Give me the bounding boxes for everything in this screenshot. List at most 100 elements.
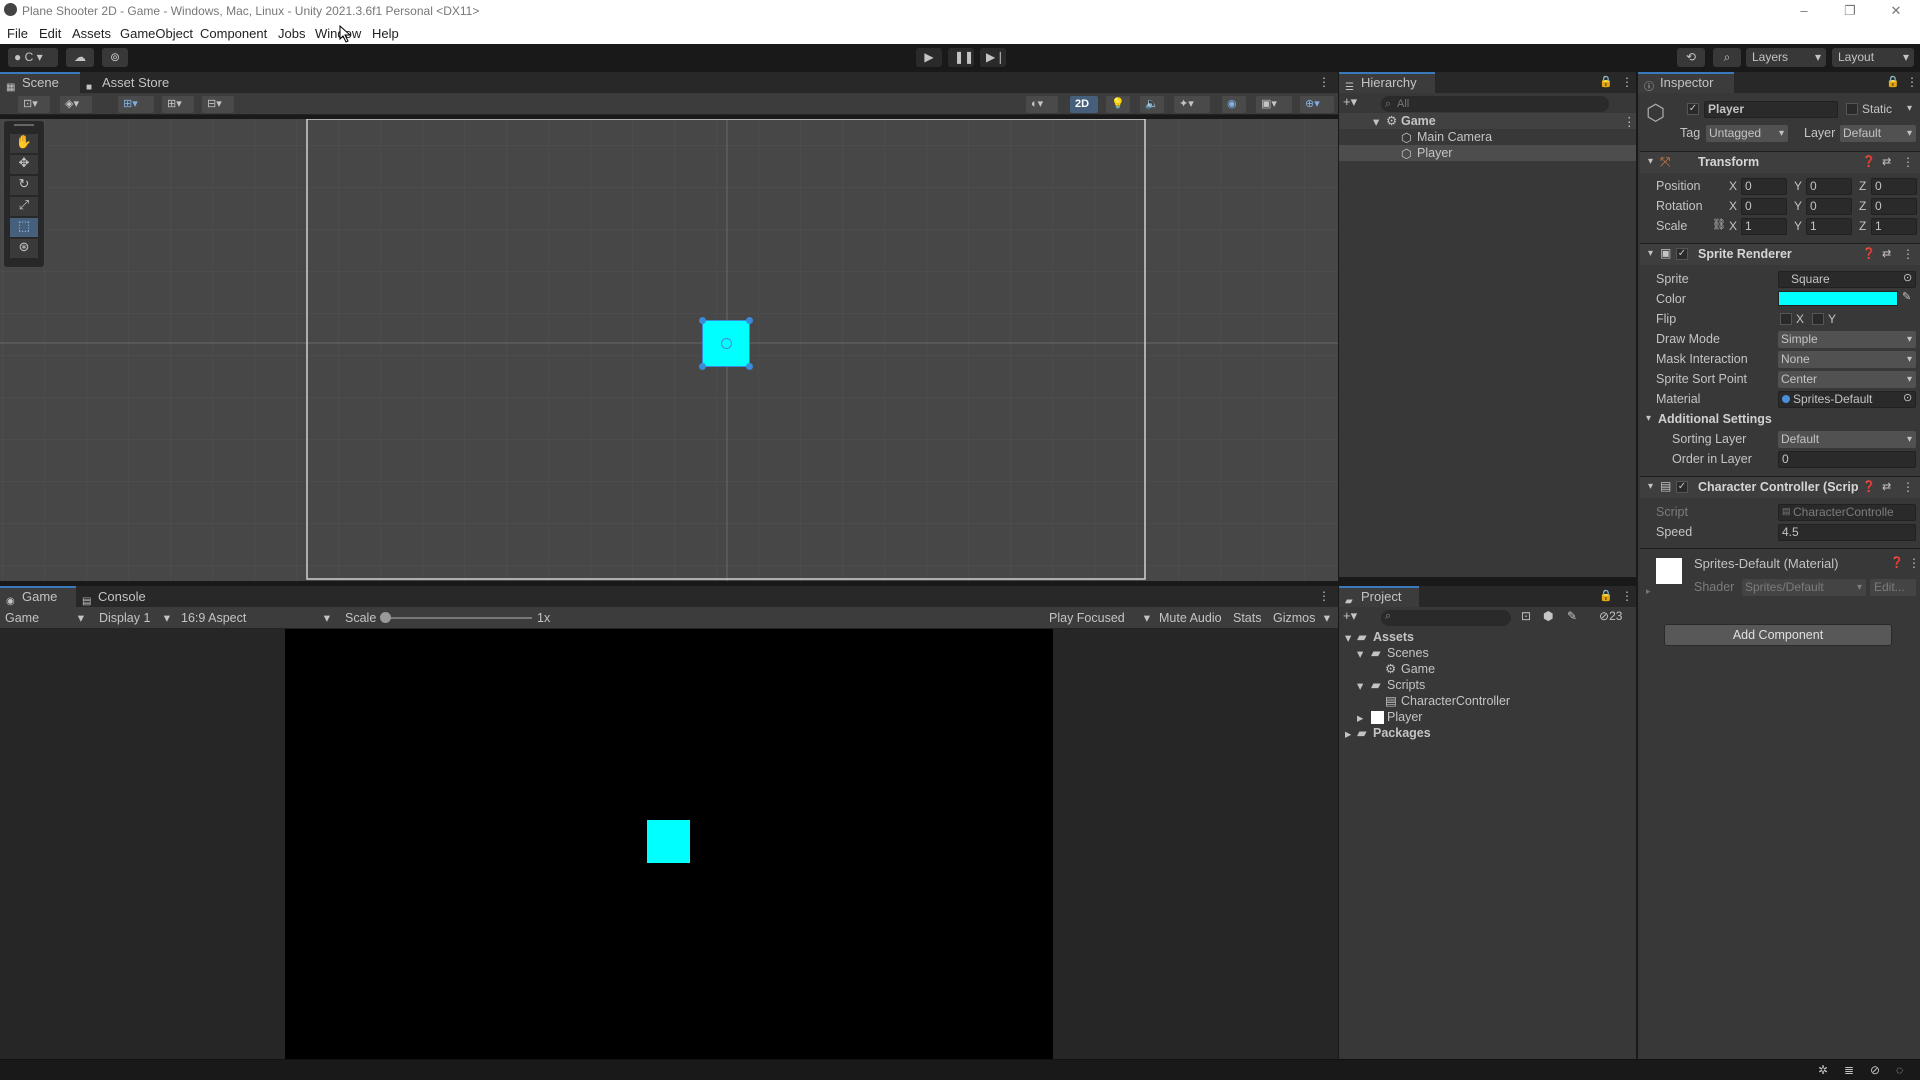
tab-scene[interactable]: ▦ Scene [0, 72, 80, 93]
menu-assets[interactable]: Assets [72, 26, 111, 41]
rotation-y-field[interactable]: 0 [1806, 198, 1852, 215]
expand-arrow-icon[interactable]: ▾ [1357, 646, 1363, 661]
sort-point-dropdown[interactable]: Center [1778, 371, 1916, 388]
gizmos-dropdown[interactable]: Gizmos ▾ [1268, 610, 1334, 627]
game-view[interactable] [0, 629, 1338, 1059]
account-button[interactable]: ● C ▾ [8, 48, 58, 67]
more-icon[interactable]: ⋮ [1621, 75, 1633, 89]
layer-dropdown[interactable]: Default [1840, 125, 1916, 142]
scale-z-field[interactable]: 1 [1871, 218, 1917, 235]
favorite-icon[interactable]: ✎ [1567, 609, 1577, 623]
position-x-field[interactable]: 0 [1741, 178, 1787, 195]
color-swatch[interactable] [1778, 291, 1898, 306]
transform-header[interactable]: ▾ ⤧ Transform ❓ ⇄ ⋮ [1640, 151, 1920, 173]
help-icon[interactable]: ❓ [1862, 480, 1876, 493]
scale-x-field[interactable]: 1 [1741, 218, 1787, 235]
tag-dropdown[interactable]: Untagged [1706, 125, 1788, 142]
flip-y-checkbox[interactable] [1812, 313, 1824, 325]
cloud-icon[interactable]: ☁ [66, 48, 94, 67]
render-mode-icon[interactable]: ◐▾ [1026, 96, 1058, 113]
tree-scenes[interactable]: Scenes [1387, 646, 1429, 660]
filter-type-icon[interactable]: ⊡ [1521, 609, 1531, 623]
more-icon[interactable]: ⋮ [1621, 589, 1633, 603]
pause-button[interactable]: ❚❚ [948, 48, 974, 67]
help-icon[interactable]: ❓ [1862, 247, 1876, 260]
object-picker-icon[interactable]: ⊙ [1903, 391, 1912, 404]
menu-jobs[interactable]: Jobs [278, 26, 305, 41]
visibility-icon[interactable]: ◉ [1222, 96, 1246, 113]
static-checkbox[interactable] [1846, 103, 1858, 115]
foldout-arrow-icon[interactable]: ▸ [1646, 586, 1651, 597]
close-button[interactable]: ✕ [1873, 0, 1919, 23]
tab-project[interactable]: ▰ Project [1339, 586, 1419, 607]
more-icon[interactable]: ⋮ [1902, 155, 1914, 169]
static-dropdown-arrow-icon[interactable]: ▾ [1907, 103, 1912, 114]
more-icon[interactable]: ⋮ [1318, 589, 1330, 603]
more-icon[interactable]: ⋮ [1902, 480, 1914, 494]
grid-icon[interactable]: ⊞▾ [162, 96, 194, 113]
foldout-arrow-icon[interactable]: ▾ [1648, 248, 1653, 259]
help-icon[interactable]: ❓ [1890, 556, 1904, 569]
rotate-tool-icon[interactable]: ↻ [10, 176, 38, 195]
enabled-checkbox[interactable]: ✓ [1676, 248, 1688, 260]
scale-y-field[interactable]: 1 [1806, 218, 1852, 235]
hierarchy-item-selected[interactable]: ⬡ Player [1339, 145, 1636, 161]
menu-component[interactable]: Component [200, 26, 267, 41]
rotation-x-field[interactable]: 0 [1741, 198, 1787, 215]
stats-button[interactable]: Stats [1228, 610, 1266, 627]
status-check-icon[interactable]: ◌ [1896, 1063, 1903, 1077]
help-icon[interactable]: ❓ [1862, 155, 1876, 168]
lighting-icon[interactable]: 💡 [1106, 96, 1130, 113]
tab-hierarchy[interactable]: ☰ Hierarchy [1339, 72, 1435, 93]
hidden-packages-button[interactable]: ⊘23 [1599, 609, 1622, 623]
search-icon[interactable]: ⌕ [1713, 48, 1741, 67]
menu-edit[interactable]: Edit [39, 26, 61, 41]
play-button[interactable]: ▶ [916, 48, 942, 67]
tab-game[interactable]: ◉ Game [0, 586, 76, 607]
tree-packages[interactable]: Packages [1373, 726, 1431, 740]
foldout-arrow-icon[interactable]: ▾ [1646, 413, 1651, 424]
gizmos-icon[interactable]: ⊕▾ [1300, 96, 1334, 113]
menu-gameobject[interactable]: GameObject [120, 26, 193, 41]
game-mode-dropdown[interactable]: Game ▾ [0, 610, 88, 627]
expand-arrow-icon[interactable]: ▾ [1345, 630, 1351, 645]
constrain-proportions-icon[interactable]: ⛓ [1712, 218, 1726, 231]
draw-mode-icon[interactable]: ⊡▾ [18, 96, 50, 113]
scene-row[interactable]: ▾ ⚙ Game ⋮ [1339, 113, 1636, 129]
rect-handle[interactable] [699, 363, 706, 370]
additional-settings-label[interactable]: Additional Settings [1658, 412, 1772, 426]
maximize-button[interactable]: ❐ [1827, 0, 1873, 23]
shader-dropdown[interactable]: Sprites/Default [1742, 579, 1866, 596]
mask-interaction-dropdown[interactable]: None [1778, 351, 1916, 368]
project-search-input[interactable]: ⌕ [1381, 610, 1511, 626]
display-dropdown[interactable]: Display 1 ▾ [94, 610, 174, 627]
lock-icon[interactable]: 🔒 [1599, 589, 1613, 602]
position-z-field[interactable]: 0 [1871, 178, 1917, 195]
eyedropper-icon[interactable]: ✎ [1902, 290, 1911, 303]
presets-icon[interactable]: ⇄ [1882, 247, 1891, 260]
draw-mode-dropdown[interactable]: Simple [1778, 331, 1916, 348]
layers-dropdown[interactable]: Layers ▾ [1746, 48, 1826, 67]
mute-audio-button[interactable]: Mute Audio [1154, 610, 1226, 627]
more-icon[interactable]: ⋮ [1906, 75, 1918, 89]
history-icon[interactable]: ⟲ [1677, 48, 1705, 67]
sprite-renderer-header[interactable]: ▾ ▣ ✓ Sprite Renderer ❓ ⇄ ⋮ [1640, 243, 1920, 265]
menu-file[interactable]: File [7, 26, 28, 41]
cache-server-icon[interactable]: ≣ [1844, 1063, 1854, 1077]
play-focused-dropdown[interactable]: Play Focused ▾ [1044, 610, 1154, 627]
tab-console[interactable]: ▤ Console [76, 586, 162, 607]
collab-icon[interactable]: ⊚ [102, 48, 128, 67]
tab-inspector[interactable]: ⓘ Inspector [1638, 72, 1734, 93]
character-controller-header[interactable]: ▾ ▤ ✓ Character Controller (Scrip ❓ ⇄ ⋮ [1640, 476, 1920, 498]
tree-assets[interactable]: Assets [1373, 630, 1414, 644]
tree-script-cc[interactable]: CharacterController [1401, 694, 1510, 708]
foldout-arrow-icon[interactable]: ▾ [1648, 481, 1653, 492]
scale-slider-track[interactable] [386, 617, 532, 619]
rect-tool-icon[interactable]: ⬚ [10, 218, 38, 237]
position-y-field[interactable]: 0 [1806, 178, 1852, 195]
transform-tool-icon[interactable]: ⊛ [10, 239, 38, 258]
scale-tool-icon[interactable]: ⤢ [10, 197, 38, 216]
tree-scripts[interactable]: Scripts [1387, 678, 1425, 692]
increment-icon[interactable]: ⊟▾ [202, 96, 234, 113]
audio-icon[interactable]: 🔈 [1140, 96, 1164, 113]
